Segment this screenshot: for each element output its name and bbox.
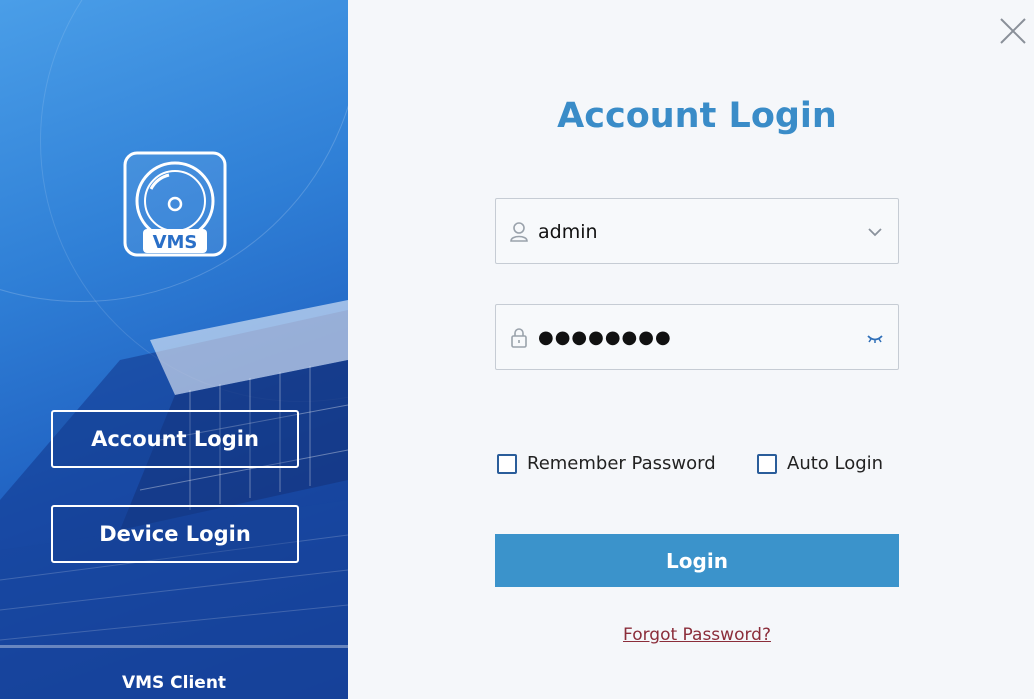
username-input[interactable]: admin <box>538 199 838 265</box>
auto-login-label: Auto Login <box>787 453 884 474</box>
building-illustration <box>0 300 348 699</box>
camera-logo-icon: VMS <box>123 151 227 257</box>
close-icon[interactable] <box>996 14 1030 48</box>
remember-password-checkbox[interactable]: Remember Password <box>497 453 716 474</box>
lock-icon <box>511 328 527 348</box>
username-field[interactable]: admin <box>495 198 899 264</box>
sidebar-panel: VMS Account Login Device Login VMS Clien… <box>0 0 348 699</box>
remember-password-box[interactable] <box>497 453 517 474</box>
device-login-tab[interactable]: Device Login <box>51 505 299 563</box>
password-field[interactable]: ●●●●●●●● <box>495 304 899 370</box>
device-login-tab-label: Device Login <box>99 522 251 546</box>
forgot-password-link[interactable]: Forgot Password? <box>495 625 899 645</box>
client-label: VMS Client <box>121 673 227 693</box>
login-button-label: Login <box>666 548 728 573</box>
auto-login-box[interactable] <box>757 453 777 474</box>
show-password-icon[interactable] <box>866 331 884 345</box>
page-title: Account Login <box>557 96 837 136</box>
password-input[interactable]: ●●●●●●●● <box>538 305 838 371</box>
remember-password-label: Remember Password <box>527 453 716 474</box>
user-icon <box>510 222 528 242</box>
chevron-down-icon[interactable] <box>866 225 884 239</box>
account-login-tab-label: Account Login <box>91 427 259 451</box>
account-login-tab[interactable]: Account Login <box>51 410 299 468</box>
auto-login-checkbox[interactable]: Auto Login <box>757 453 883 474</box>
logo-text: VMS <box>153 232 198 253</box>
login-button[interactable]: Login <box>495 534 899 587</box>
